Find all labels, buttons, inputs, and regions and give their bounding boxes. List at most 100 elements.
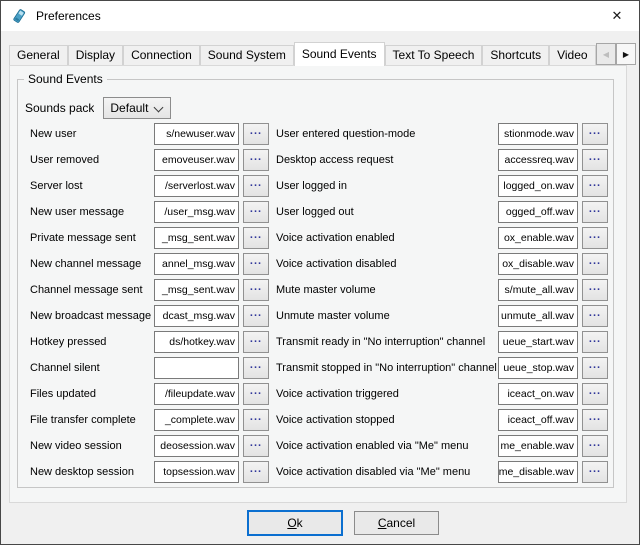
sound-file-input[interactable]: topsession.wav	[154, 461, 239, 483]
sound-file-input[interactable]: me_enable.wav	[498, 435, 578, 457]
browse-button[interactable]: ...	[582, 305, 608, 327]
sound-file-input[interactable]: logged_on.wav	[498, 175, 578, 197]
browse-button[interactable]: ...	[243, 227, 269, 249]
sound-file-input[interactable]: /serverlost.wav	[154, 175, 239, 197]
sound-events-page: Sound Events Sounds pack Default New use…	[9, 65, 627, 503]
ok-button[interactable]: Ok	[247, 510, 343, 536]
sound-file-value: topsession.wav	[163, 466, 235, 478]
cancel-label-rest: ancel	[386, 516, 415, 530]
sound-file-input[interactable]: s/mute_all.wav	[498, 279, 578, 301]
sound-file-value: ueue_start.wav	[503, 336, 574, 348]
sound-file-input[interactable]: ox_enable.wav	[498, 227, 578, 249]
tab-display[interactable]: Display	[68, 45, 123, 65]
sound-event-label: Private message sent	[30, 232, 154, 244]
browse-button[interactable]: ...	[243, 409, 269, 431]
browse-button[interactable]: ...	[582, 435, 608, 457]
browse-button[interactable]: ...	[243, 279, 269, 301]
row-transmit-stopped: Transmit stopped in "No interruption" ch…	[276, 355, 616, 381]
browse-button[interactable]: ...	[582, 331, 608, 353]
sound-event-label: Unmute master volume	[276, 310, 498, 322]
sound-file-input[interactable]: ogged_off.wav	[498, 201, 578, 223]
tab-general[interactable]: General	[9, 45, 68, 65]
sound-file-input[interactable]: emoveuser.wav	[154, 149, 239, 171]
sound-file-input[interactable]: iceact_on.wav	[498, 383, 578, 405]
sound-event-label: New video session	[30, 440, 154, 452]
browse-button[interactable]: ...	[243, 331, 269, 353]
browse-button[interactable]: ...	[582, 227, 608, 249]
sound-file-value: _msg_sent.wav	[162, 232, 235, 244]
sound-file-input[interactable]: /fileupdate.wav	[154, 383, 239, 405]
tab-sound-system[interactable]: Sound System	[200, 45, 294, 65]
browse-button[interactable]: ...	[582, 149, 608, 171]
browse-button[interactable]: ...	[243, 357, 269, 379]
tab-scroll-left-icon[interactable]: ◀	[596, 43, 616, 65]
tab-video[interactable]: Video	[549, 45, 595, 65]
sound-file-input[interactable]: _msg_sent.wav	[154, 279, 239, 301]
row-user-logged-in: User logged inlogged_on.wav...	[276, 173, 616, 199]
tab-sound-events[interactable]: Sound Events	[294, 42, 385, 66]
sound-file-input[interactable]: _msg_sent.wav	[154, 227, 239, 249]
browse-button[interactable]: ...	[582, 383, 608, 405]
row-private-message-sent: Private message sent _msg_sent.wav...	[30, 225, 275, 251]
row-voice-activation-triggered: Voice activation triggerediceact_on.wav.…	[276, 381, 616, 407]
sounds-pack-dropdown[interactable]: Default	[103, 97, 171, 119]
sound-file-input[interactable]: s/newuser.wav	[154, 123, 239, 145]
browse-button[interactable]: ...	[243, 305, 269, 327]
sound-file-input[interactable]: accessreq.wav	[498, 149, 578, 171]
sound-file-input[interactable]: unmute_all.wav	[498, 305, 578, 327]
sound-file-input[interactable]: /user_msg.wav	[154, 201, 239, 223]
tab-scroll-buttons: ◀ ▶	[596, 43, 636, 65]
browse-button[interactable]: ...	[243, 435, 269, 457]
browse-button[interactable]: ...	[243, 123, 269, 145]
sound-file-input[interactable]: ueue_stop.wav	[498, 357, 578, 379]
sound-event-label: Voice activation enabled via "Me" menu	[276, 440, 498, 452]
sound-file-value: unmute_all.wav	[501, 310, 574, 322]
sound-file-input[interactable]: iceact_off.wav	[498, 409, 578, 431]
sound-file-input[interactable]: ox_disable.wav	[498, 253, 578, 275]
tab-connection[interactable]: Connection	[123, 45, 200, 65]
row-voice-activation-enabled: Voice activation enabledox_enable.wav...	[276, 225, 616, 251]
sound-file-input[interactable]: stionmode.wav	[498, 123, 578, 145]
sound-file-input[interactable]: me_disable.wav	[498, 461, 578, 483]
sound-events-right-column: User entered question-modestionmode.wav.…	[276, 121, 616, 485]
row-desktop-access-request: Desktop access requestaccessreq.wav...	[276, 147, 616, 173]
row-voice-activation-enabled-me-menu: Voice activation enabled via "Me" menume…	[276, 433, 616, 459]
close-icon[interactable]: ✕	[595, 1, 639, 31]
browse-button[interactable]: ...	[582, 201, 608, 223]
sound-file-input[interactable]: ds/hotkey.wav	[154, 331, 239, 353]
row-mute-master-volume: Mute master volumes/mute_all.wav...	[276, 277, 616, 303]
browse-button[interactable]: ...	[582, 357, 608, 379]
sound-event-label: Channel message sent	[30, 284, 154, 296]
sound-file-input[interactable]: deosession.wav	[154, 435, 239, 457]
teamtalk-app-icon	[11, 8, 27, 24]
browse-button[interactable]: ...	[582, 123, 608, 145]
sound-file-input[interactable]: annel_msg.wav	[154, 253, 239, 275]
browse-button[interactable]: ...	[582, 409, 608, 431]
sound-file-input[interactable]	[154, 357, 239, 379]
tab-scroll-right-icon[interactable]: ▶	[616, 43, 636, 65]
browse-button[interactable]: ...	[243, 383, 269, 405]
ok-access-key: O	[287, 516, 296, 530]
browse-button[interactable]: ...	[243, 175, 269, 197]
sound-file-input[interactable]: ueue_start.wav	[498, 331, 578, 353]
sound-file-value: iceact_off.wav	[508, 414, 574, 426]
sound-file-input[interactable]: _complete.wav	[154, 409, 239, 431]
tab-text-to-speech[interactable]: Text To Speech	[385, 45, 483, 65]
ok-label-rest: k	[297, 516, 303, 530]
browse-button[interactable]: ...	[243, 149, 269, 171]
browse-button[interactable]: ...	[243, 461, 269, 483]
row-channel-silent: Channel silent...	[30, 355, 275, 381]
sound-file-value: emoveuser.wav	[162, 154, 235, 166]
browse-button[interactable]: ...	[582, 279, 608, 301]
browse-button[interactable]: ...	[243, 253, 269, 275]
sound-file-input[interactable]: dcast_msg.wav	[154, 305, 239, 327]
browse-button[interactable]: ...	[582, 461, 608, 483]
browse-button[interactable]: ...	[582, 253, 608, 275]
sound-file-value: iceact_on.wav	[507, 388, 574, 400]
sound-event-label: New broadcast message	[30, 310, 154, 322]
tab-shortcuts[interactable]: Shortcuts	[482, 45, 549, 65]
browse-button[interactable]: ...	[243, 201, 269, 223]
sound-file-value: me_enable.wav	[500, 440, 574, 452]
browse-button[interactable]: ...	[582, 175, 608, 197]
cancel-button[interactable]: Cancel	[354, 511, 439, 535]
